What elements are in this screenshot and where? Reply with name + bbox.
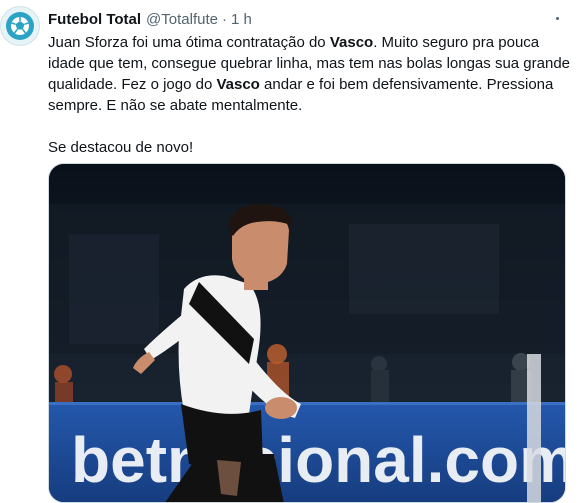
more-options-button[interactable]: [544, 8, 570, 28]
user-handle[interactable]: @Totalfute: [146, 11, 218, 28]
tweet-paragraph-2: Se destacou de novo!: [48, 139, 194, 156]
avatar[interactable]: [0, 6, 40, 46]
tweet-header: Futebol Total @Totalfute · 1 h: [48, 9, 252, 29]
ball-logo-icon: [6, 12, 34, 40]
hashtag-vasco: Vasco: [329, 34, 374, 51]
hashtag-vasco: Vasco: [216, 76, 260, 93]
display-name[interactable]: Futebol Total: [48, 11, 141, 28]
advertising-board: betnacional.com: [71, 424, 566, 496]
separator-dot: ·: [221, 10, 227, 28]
timestamp[interactable]: 1 h: [231, 11, 252, 28]
player-photo: betnacional.com: [49, 164, 566, 502]
more-options-icon: [555, 16, 559, 20]
tweet-text: Juan Sforza foi uma ótima contratação do…: [48, 32, 573, 158]
tweet[interactable]: Futebol Total @Totalfute · 1 h Juan Sfor…: [0, 0, 584, 503]
tweet-photo[interactable]: betnacional.com: [48, 163, 566, 503]
tweet-paragraph-1: Juan Sforza foi uma ótima contratação do…: [48, 34, 571, 114]
